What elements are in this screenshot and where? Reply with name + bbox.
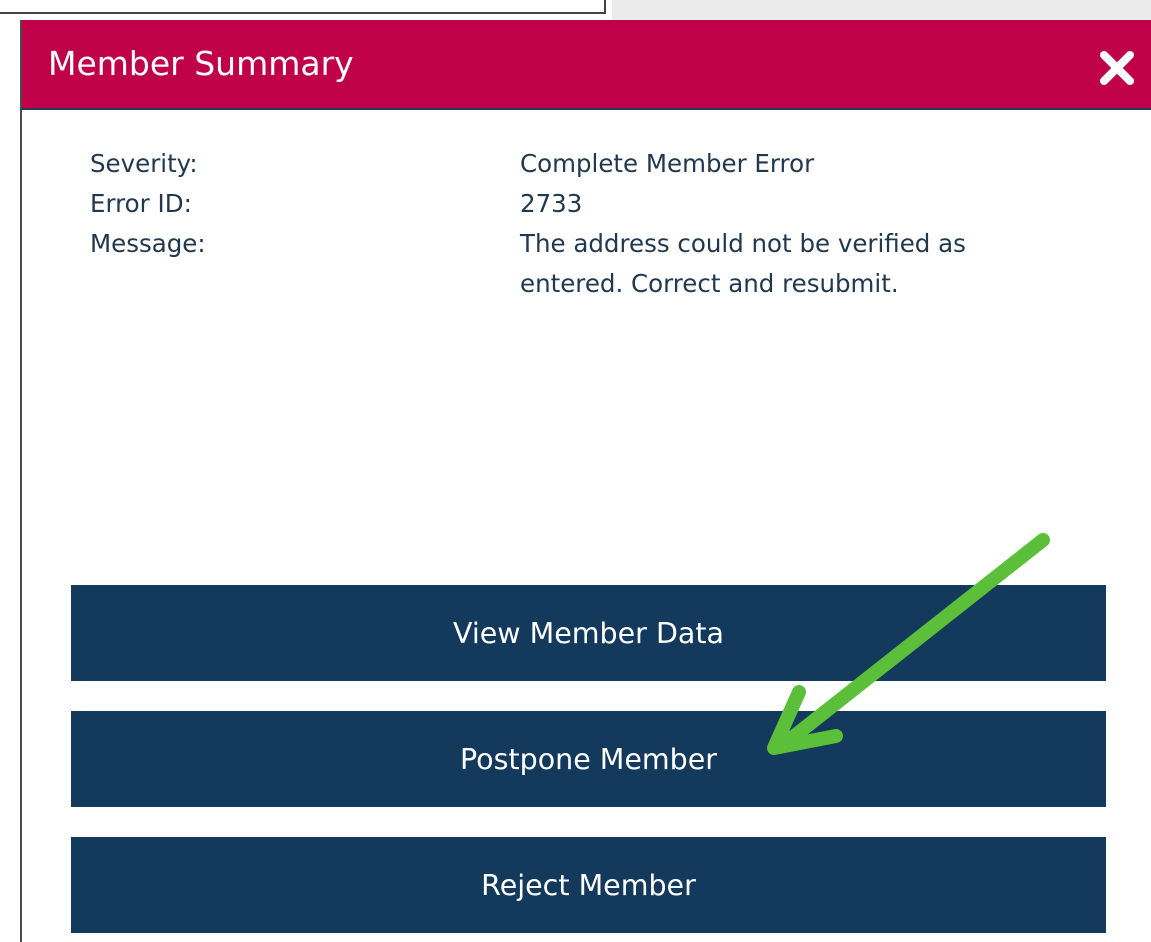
message-label: Message:: [90, 229, 206, 258]
severity-value: Complete Member Error: [520, 149, 815, 178]
severity-label: Severity:: [90, 149, 198, 178]
detail-row-error-id: Error ID: 2733: [90, 184, 1090, 224]
detail-row-message: Message: The address could not be verifi…: [90, 224, 1090, 304]
detail-row-severity: Severity: Complete Member Error: [90, 144, 1090, 184]
close-icon: [1100, 51, 1134, 85]
member-summary-dialog: Member Summary Severity: Complete Member…: [20, 20, 1151, 942]
background-input-field: [0, 0, 606, 14]
error-id-label: Error ID:: [90, 189, 192, 218]
message-value: The address could not be verified as ent…: [520, 229, 966, 298]
dialog-header: Member Summary: [22, 20, 1151, 110]
close-button[interactable]: [1097, 48, 1137, 88]
view-member-data-button[interactable]: View Member Data: [71, 585, 1106, 681]
postpone-member-button[interactable]: Postpone Member: [71, 711, 1106, 807]
error-details: Severity: Complete Member Error Error ID…: [90, 144, 1090, 304]
reject-member-button[interactable]: Reject Member: [71, 837, 1106, 933]
background-toolbar: [612, 0, 1151, 20]
dialog-title: Member Summary: [48, 44, 354, 83]
error-id-value: 2733: [520, 189, 583, 218]
